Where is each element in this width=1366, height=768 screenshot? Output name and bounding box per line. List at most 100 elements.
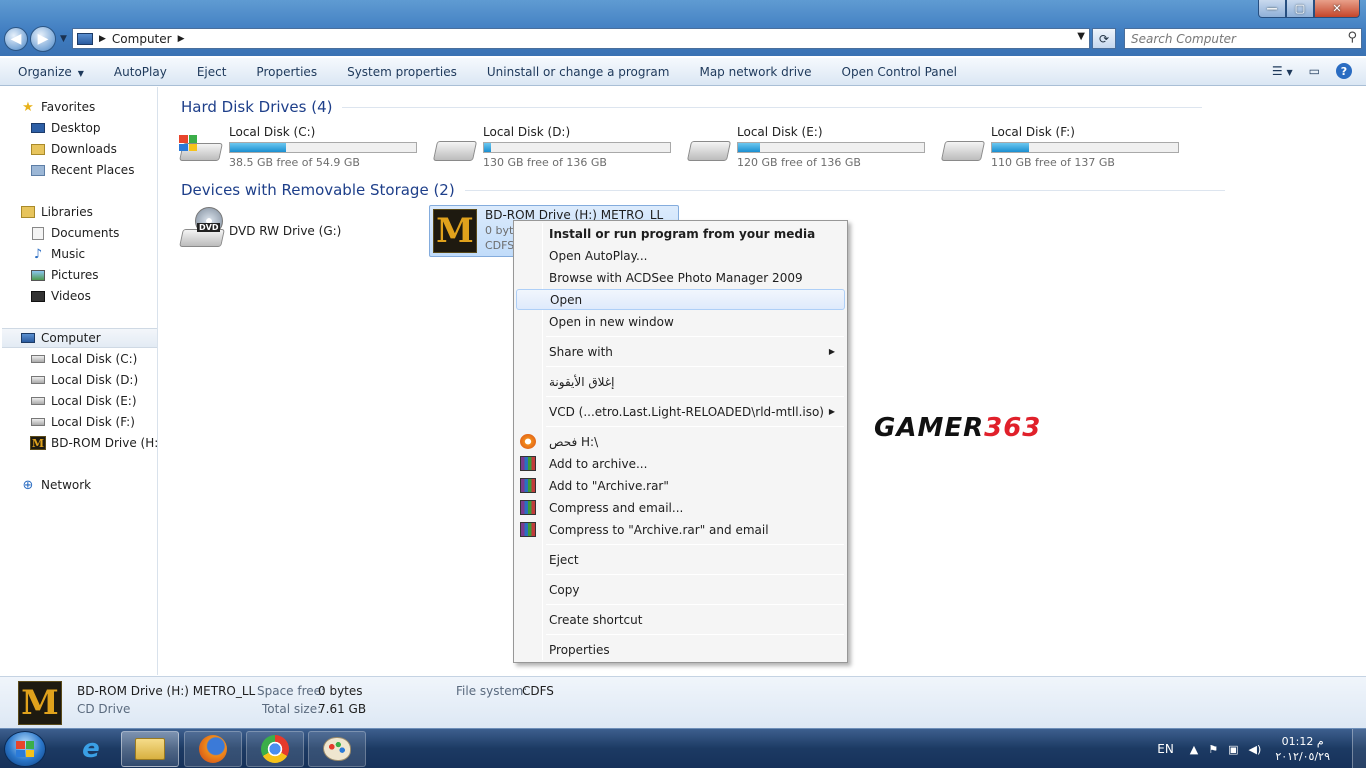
hard-drive-icon bbox=[685, 135, 732, 165]
menu-create-shortcut[interactable]: Create shortcut bbox=[516, 609, 845, 630]
autoplay-button[interactable]: AutoPlay bbox=[114, 65, 167, 79]
metro-logo-icon: M bbox=[30, 436, 46, 450]
start-button[interactable] bbox=[4, 731, 46, 767]
taskbar-firefox[interactable] bbox=[184, 731, 242, 767]
uninstall-program-button[interactable]: Uninstall or change a program bbox=[487, 65, 670, 79]
breadcrumb-chevron-icon[interactable]: ▶ bbox=[178, 34, 185, 44]
nav-local-disk-e[interactable]: Local Disk (E:) bbox=[30, 391, 137, 411]
address-bar[interactable]: ▶ Computer ▶ ▼ bbox=[72, 28, 1090, 49]
menu-browse-acdsee[interactable]: Browse with ACDSee Photo Manager 2009 bbox=[516, 267, 845, 288]
address-dropdown-icon[interactable]: ▼ bbox=[1077, 31, 1085, 42]
group-removable-storage[interactable]: Devices with Removable Storage (2) bbox=[181, 181, 1225, 199]
menu-add-to-archive[interactable]: Add to archive... bbox=[516, 453, 845, 474]
nav-pictures[interactable]: Pictures bbox=[30, 265, 99, 285]
network-status-icon[interactable]: ▣ bbox=[1228, 743, 1238, 756]
menu-copy[interactable]: Copy bbox=[516, 579, 845, 600]
forward-button[interactable]: ▶ bbox=[30, 26, 56, 52]
drive-dvd-rw-g[interactable]: DVD DVD RW Drive (G:) bbox=[177, 207, 417, 251]
winrar-icon bbox=[520, 522, 536, 537]
nav-buttons: ◀ ▶ ▼ bbox=[4, 26, 67, 52]
menu-scan-drive[interactable]: فحص H:\ bbox=[516, 431, 845, 452]
nav-videos[interactable]: Videos bbox=[30, 286, 91, 306]
taskbar-paint[interactable] bbox=[308, 731, 366, 767]
details-total-size-label: Total size: bbox=[262, 702, 322, 716]
drive-local-disk-f[interactable]: Local Disk (F:) 110 GB free of 137 GB bbox=[939, 125, 1184, 169]
action-center-flag-icon[interactable]: ⚑ bbox=[1208, 743, 1218, 756]
music-icon: ♪ bbox=[33, 246, 43, 262]
window-controls: — ▢ ✕ bbox=[1258, 0, 1360, 18]
drive-usage-fill bbox=[992, 143, 1030, 152]
nav-local-disk-c[interactable]: Local Disk (C:) bbox=[30, 349, 137, 369]
menu-add-to-archive-rar[interactable]: Add to "Archive.rar" bbox=[516, 475, 845, 496]
menu-vcd[interactable]: VCD (...etro.Last.Light-RELOADED\rld-mtl… bbox=[516, 401, 845, 422]
chrome-icon bbox=[261, 735, 289, 763]
minimize-button[interactable]: — bbox=[1258, 0, 1286, 18]
input-language-indicator[interactable]: EN bbox=[1157, 742, 1174, 756]
drive-local-disk-d[interactable]: Local Disk (D:) 130 GB free of 136 GB bbox=[431, 125, 676, 169]
details-file-system-label: File system: bbox=[456, 684, 528, 698]
preview-pane-button[interactable]: ▭ bbox=[1309, 64, 1320, 78]
taskbar-chrome[interactable] bbox=[246, 731, 304, 767]
menu-open-new-window[interactable]: Open in new window bbox=[516, 311, 845, 332]
menu-compress-email[interactable]: Compress and email... bbox=[516, 497, 845, 518]
nav-local-disk-d[interactable]: Local Disk (D:) bbox=[30, 370, 138, 390]
breadcrumb-computer[interactable]: Computer bbox=[112, 32, 172, 46]
volume-icon[interactable]: ◀) bbox=[1249, 743, 1262, 756]
show-hidden-icons-icon[interactable]: ▲ bbox=[1190, 743, 1198, 756]
submenu-arrow-icon: ▶ bbox=[828, 347, 835, 356]
eject-button[interactable]: Eject bbox=[197, 65, 227, 79]
show-desktop-button[interactable] bbox=[1352, 729, 1366, 768]
system-tray: EN ▲ ⚑ ▣ ◀) 01:12 م ٢٠١٢/٠٥/٢٩ bbox=[1157, 729, 1366, 768]
recent-pages-dropdown[interactable]: ▼ bbox=[60, 34, 67, 44]
details-space-free-label: Space free: bbox=[257, 684, 326, 698]
menu-compress-rar-email[interactable]: Compress to "Archive.rar" and email bbox=[516, 519, 845, 540]
clock[interactable]: 01:12 م ٢٠١٢/٠٥/٢٩ bbox=[1275, 734, 1330, 764]
menu-open[interactable]: Open bbox=[516, 289, 845, 310]
map-network-drive-button[interactable]: Map network drive bbox=[699, 65, 811, 79]
hard-drive-icon bbox=[939, 135, 986, 165]
system-properties-button[interactable]: System properties bbox=[347, 65, 457, 79]
nav-desktop[interactable]: Desktop bbox=[30, 118, 101, 138]
menu-install-run[interactable]: Install or run program from your media bbox=[516, 223, 845, 244]
change-view-button[interactable]: ☰ ▼ bbox=[1272, 64, 1293, 78]
group-hard-disk-drives[interactable]: Hard Disk Drives (4) bbox=[181, 98, 1203, 116]
taskbar-windows-explorer[interactable] bbox=[121, 731, 179, 767]
drive-icon bbox=[30, 394, 46, 408]
open-control-panel-button[interactable]: Open Control Panel bbox=[842, 65, 957, 79]
nav-music[interactable]: ♪ Music bbox=[30, 244, 85, 264]
nav-computer[interactable]: Computer bbox=[2, 328, 157, 348]
nav-documents[interactable]: Documents bbox=[30, 223, 119, 243]
menu-separator bbox=[546, 634, 844, 635]
menu-separator bbox=[546, 574, 844, 575]
help-icon[interactable]: ? bbox=[1336, 63, 1352, 79]
search-input[interactable]: Search Computer ⚲ bbox=[1124, 28, 1362, 49]
drive-local-disk-e[interactable]: Local Disk (E:) 120 GB free of 136 GB bbox=[685, 125, 930, 169]
nav-recent-places[interactable]: Recent Places bbox=[30, 160, 134, 180]
menu-close-icon-arabic[interactable]: إغلاق الأيقونة bbox=[516, 371, 845, 392]
close-button[interactable]: ✕ bbox=[1314, 0, 1360, 18]
nav-libraries[interactable]: Libraries bbox=[20, 202, 93, 222]
menu-share-with[interactable]: Share with ▶ bbox=[516, 341, 845, 362]
nav-downloads[interactable]: Downloads bbox=[30, 139, 117, 159]
maximize-button[interactable]: ▢ bbox=[1286, 0, 1314, 18]
menu-separator bbox=[546, 604, 844, 605]
command-bar: Organize ▼ AutoPlay Eject Properties Syst… bbox=[0, 58, 1366, 86]
desktop-icon bbox=[30, 121, 46, 135]
nav-network[interactable]: ⊕ Network bbox=[20, 475, 92, 495]
menu-eject[interactable]: Eject bbox=[516, 549, 845, 570]
refresh-button[interactable]: ⟳ bbox=[1092, 28, 1116, 49]
menu-properties[interactable]: Properties bbox=[516, 639, 845, 660]
nav-bd-rom-drive[interactable]: M BD-ROM Drive (H:) M bbox=[30, 433, 177, 453]
drive-local-disk-c[interactable]: Local Disk (C:) 38.5 GB free of 54.9 GB bbox=[177, 125, 422, 169]
taskbar-internet-explorer[interactable]: e bbox=[62, 731, 120, 767]
nav-local-disk-f[interactable]: Local Disk (F:) bbox=[30, 412, 135, 432]
clock-time: 01:12 م bbox=[1281, 735, 1324, 748]
menu-open-autoplay[interactable]: Open AutoPlay... bbox=[516, 245, 845, 266]
nav-favorites[interactable]: ★ Favorites bbox=[20, 97, 95, 117]
organize-button[interactable]: Organize ▼ bbox=[18, 65, 84, 79]
properties-button[interactable]: Properties bbox=[256, 65, 317, 79]
dvd-drive-icon: DVD bbox=[177, 207, 225, 253]
search-icon[interactable]: ⚲ bbox=[1347, 30, 1357, 45]
back-button[interactable]: ◀ bbox=[4, 27, 28, 51]
winrar-icon bbox=[520, 478, 536, 493]
